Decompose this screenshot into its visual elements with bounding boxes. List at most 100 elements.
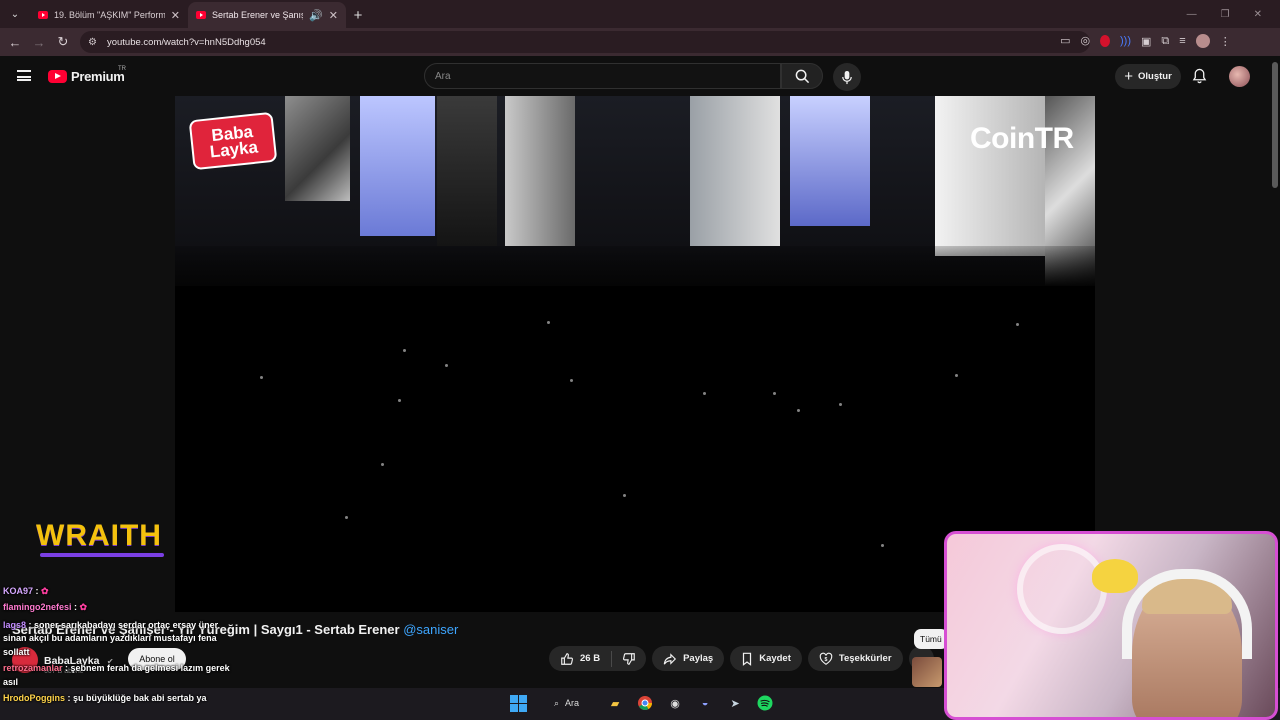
chat-message: lags8 : soner sarıkabadayı serdar ortaç …	[3, 620, 219, 630]
discord-icon[interactable]: ◒	[695, 693, 715, 713]
speaker-icon[interactable]: 🔊	[309, 9, 323, 22]
chat-message: KOA97 : ✿	[3, 586, 49, 596]
stage-screen	[505, 96, 575, 246]
crowd-light	[570, 379, 573, 382]
stage-floor	[175, 246, 1095, 286]
stream-brand-logo: WRAITH	[36, 519, 162, 552]
heart-emote-icon: ✿	[41, 586, 49, 596]
recommended-thumbnail[interactable]	[912, 657, 942, 687]
obs-icon[interactable]: ◉	[665, 693, 685, 713]
chat-text: şebnem ferah da gelmesi lazım gerek	[70, 663, 230, 673]
thanks-button[interactable]: $ Teşekkürler	[807, 646, 903, 671]
video-actions: 26 B Paylaş Kaydet $ Teşekkürler ···	[549, 646, 934, 671]
youtube-premium-logo[interactable]: Premium TR	[48, 66, 126, 84]
minimize-icon[interactable]: —	[1187, 9, 1197, 20]
page-scrollbar[interactable]	[1272, 62, 1278, 188]
steam-icon[interactable]: ➤	[725, 693, 745, 713]
stage-screen	[285, 96, 350, 201]
crowd-light	[797, 409, 800, 412]
site-info-icon[interactable]: ⚙	[88, 37, 97, 48]
browser-tab-bar: ⌄ 19. Bölüm "AŞKIM" Performans ✕ Sertab …	[0, 0, 1280, 28]
title-mention-link[interactable]: @saniser	[403, 622, 458, 637]
close-tab-icon[interactable]: ✕	[329, 9, 338, 22]
crowd-light	[703, 392, 706, 395]
crowd-light	[260, 376, 263, 379]
chat-text: şu büyüklüğe bak abi sertab ya	[73, 693, 207, 703]
like-count: 26 B	[580, 653, 601, 664]
chat-message-continued: asıl	[3, 677, 19, 687]
chrome-icon[interactable]	[635, 693, 655, 713]
streamer-webcam	[944, 531, 1278, 720]
crowd-light	[839, 403, 842, 406]
extension-audio-icon[interactable]: )))	[1120, 35, 1131, 47]
install-icon[interactable]: ▭	[1060, 34, 1070, 47]
search-icon: ⌕	[554, 697, 560, 708]
file-explorer-icon[interactable]: ▰	[605, 693, 625, 713]
crowd-light	[1016, 323, 1019, 326]
extension-box-icon[interactable]: ▣	[1141, 35, 1151, 48]
share-label: Paylaş	[683, 653, 714, 664]
windows-logo-icon	[509, 694, 527, 712]
headphones	[1122, 569, 1252, 659]
tracking-icon[interactable]: ◎	[1081, 34, 1091, 47]
chat-username: lags8	[3, 620, 27, 630]
save-button[interactable]: Kaydet	[730, 646, 802, 671]
super-thanks-icon: $	[819, 652, 833, 665]
create-button[interactable]: + Oluştur	[1115, 64, 1181, 89]
voice-search-button[interactable]	[833, 63, 861, 91]
tab-list-button[interactable]: ⌄	[4, 3, 26, 25]
plus-icon: +	[1124, 68, 1133, 85]
chat-message: retrozamanlar : şebnem ferah da gelmesi …	[3, 663, 230, 673]
taskbar-search[interactable]: ⌕ Ara	[538, 698, 595, 709]
crowd-light	[381, 463, 384, 466]
search-icon	[795, 69, 809, 83]
browser-tab-2[interactable]: Sertab Erener ve Şanışer - Y 🔊 ✕	[188, 2, 346, 28]
forward-icon[interactable]: →	[27, 35, 51, 50]
reload-icon[interactable]: ↻	[51, 34, 75, 50]
region-code: TR	[118, 66, 126, 72]
neon-sign	[1017, 544, 1107, 634]
stage-screen	[790, 96, 870, 226]
stage-screen	[935, 96, 1045, 256]
url-text: youtube.com/watch?v=hnN5Ddhg054	[106, 36, 266, 48]
browser-tab-1[interactable]: 19. Bölüm "AŞKIM" Performans ✕	[30, 2, 188, 28]
crowd-light	[398, 399, 401, 402]
close-window-icon[interactable]: ✕	[1254, 9, 1262, 20]
channel-watermark-logo: Baba Layka	[188, 111, 278, 171]
youtube-play-icon	[48, 70, 67, 83]
start-button[interactable]	[508, 693, 528, 713]
dislike-button[interactable]	[612, 646, 646, 671]
url-field[interactable]: ⚙ youtube.com/watch?v=hnN5Ddhg054	[80, 31, 1090, 53]
chat-username: flamingo2nefesi	[3, 602, 72, 612]
chat-username: HrodoPoggins	[3, 693, 65, 703]
new-tab-button[interactable]: +	[346, 3, 370, 27]
crowd-light	[445, 364, 448, 367]
youtube-favicon-icon	[38, 11, 48, 19]
close-tab-icon[interactable]: ✕	[171, 9, 180, 22]
back-icon[interactable]: ←	[3, 35, 27, 50]
thumbs-up-icon	[561, 652, 573, 665]
plush-toy	[1092, 559, 1138, 593]
filter-chip-all[interactable]: Tümü	[914, 629, 948, 649]
share-button[interactable]: Paylaş	[652, 646, 725, 671]
crowd-light	[345, 516, 348, 519]
browser-menu-icon[interactable]: ⋮	[1220, 35, 1231, 48]
search-button[interactable]	[781, 63, 823, 89]
watermark-text: Baba Layka	[208, 121, 259, 162]
window-controls: — ❐ ✕	[1187, 0, 1280, 28]
profile-avatar[interactable]	[1195, 34, 1210, 48]
restore-icon[interactable]: ❐	[1221, 9, 1230, 20]
youtube-favicon-icon	[196, 11, 206, 19]
notifications-button[interactable]	[1192, 68, 1207, 89]
menu-icon[interactable]	[17, 70, 31, 81]
reading-list-icon[interactable]: ≡	[1179, 35, 1185, 47]
spotify-icon[interactable]	[755, 693, 775, 713]
chat-message-continued: sollatt	[3, 647, 30, 657]
stage-screen	[360, 96, 435, 236]
user-avatar[interactable]	[1229, 66, 1250, 87]
extension-red-icon[interactable]	[1100, 35, 1110, 47]
extensions-puzzle-icon[interactable]: ⧉	[1161, 35, 1169, 48]
search-input[interactable]: Ara	[424, 63, 781, 89]
like-button[interactable]: 26 B	[549, 646, 611, 671]
like-dislike-group: 26 B	[549, 646, 647, 671]
